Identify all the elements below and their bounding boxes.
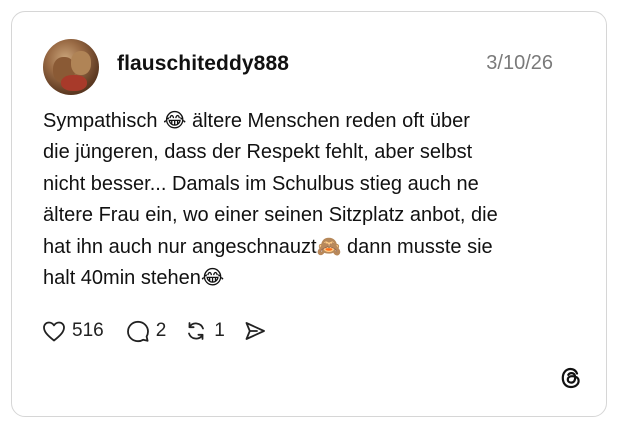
post-card: flauschiteddy888 3/10/26 Sympathisch 😂 ä… — [11, 11, 607, 417]
action-bar: 516 2 1 — [42, 316, 267, 346]
like-button[interactable]: 516 — [42, 320, 104, 342]
avatar-detail — [71, 51, 91, 75]
post-date: 3/10/26 — [486, 52, 553, 74]
heart-icon — [43, 321, 65, 342]
avatar-detail — [61, 75, 87, 91]
reply-button[interactable]: 2 — [126, 319, 167, 343]
threads-logo-icon — [561, 367, 580, 389]
repost-icon — [188, 322, 205, 340]
avatar[interactable] — [43, 39, 99, 95]
reply-count: 2 — [155, 320, 167, 341]
like-count: 516 — [72, 320, 104, 341]
comment-icon — [126, 320, 149, 343]
username[interactable]: flauschiteddy888 — [117, 52, 289, 76]
repost-count: 1 — [214, 320, 225, 341]
post-text: Sympathisch 😂 ältere Menschen reden oft … — [43, 110, 498, 290]
share-icon — [245, 322, 265, 340]
share-button[interactable] — [243, 319, 267, 343]
repost-button[interactable]: 1 — [184, 319, 225, 343]
